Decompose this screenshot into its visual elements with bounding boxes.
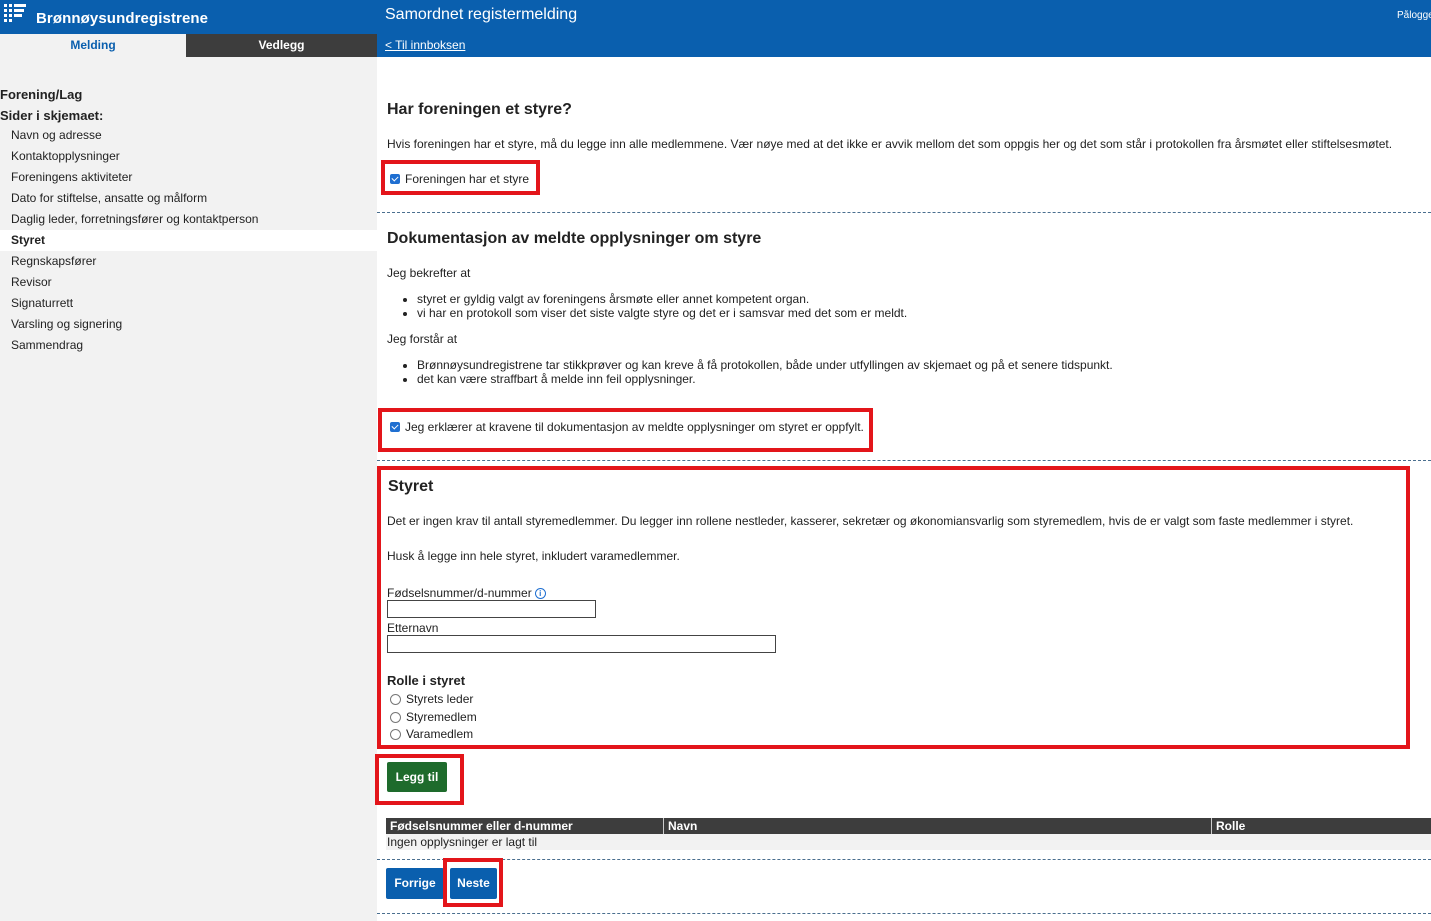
fnr-label: Fødselsnummer/d-nummer	[387, 586, 532, 600]
board-description: Det er ingen krav til antall styremedlem…	[387, 514, 1354, 528]
sidebar-item-navn-og-adresse[interactable]: Navn og adresse	[0, 125, 377, 146]
divider	[377, 212, 1431, 213]
role-label: Styrets leder	[406, 692, 474, 706]
role-label: Styremedlem	[406, 710, 477, 724]
column-header: Navn	[663, 818, 1211, 834]
surname-label: Etternavn	[387, 621, 439, 635]
brreg-logo-icon	[4, 4, 26, 22]
board-question-title: Har foreningen et styre?	[387, 101, 572, 118]
next-button[interactable]: Neste	[450, 868, 497, 899]
app-title: Samordnet registermelding	[385, 6, 578, 23]
sidebar-item-varsling-og-signering[interactable]: Varsling og signering	[0, 314, 377, 335]
role-label: Varamedlem	[406, 727, 474, 741]
brand-name: Brønnøysundregistrene	[36, 9, 209, 27]
list-item: Brønnøysundregistrene tar stikkprøver og…	[417, 358, 1113, 372]
understand-intro: Jeg forstår at	[387, 332, 458, 346]
board-title: Styret	[388, 478, 434, 495]
back-to-inbox-link[interactable]: < Til innboksen	[385, 38, 465, 52]
role-option-member[interactable]: Styremedlem	[390, 710, 477, 724]
sidebar-item-regnskapsforer[interactable]: Regnskapsfører	[0, 251, 377, 272]
radio-styremedlem[interactable]	[390, 711, 401, 723]
brand-logo[interactable]: Brønnøysundregistrene	[4, 4, 209, 27]
table-empty-row: Ingen opplysninger er lagt til	[386, 834, 1431, 850]
confirm-list: styret er gyldig valgt av foreningens år…	[387, 292, 907, 320]
role-option-leader[interactable]: Styrets leder	[390, 692, 473, 706]
declaration-checkbox-row[interactable]: Jeg erklærer at kravene til dokumentasjo…	[390, 420, 864, 434]
form-type: Forening/Lag	[0, 87, 83, 102]
documentation-title: Dokumentasjon av meldte opplysninger om …	[387, 230, 762, 247]
list-item: det kan være straffbart å melde inn feil…	[417, 372, 1113, 386]
sidebar-item-dato-for-stiftelse[interactable]: Dato for stiftelse, ansatte og målform	[0, 188, 377, 209]
sidebar-item-styret[interactable]: Styret	[0, 230, 377, 251]
sidebar-item-kontaktopplysninger[interactable]: Kontaktopplysninger	[0, 146, 377, 167]
top-bar: Brønnøysundregistrene Samordnet register…	[0, 0, 1431, 57]
divider	[377, 460, 1431, 461]
info-icon[interactable]: i	[534, 588, 546, 600]
previous-button[interactable]: Forrige	[386, 868, 444, 899]
role-heading: Rolle i styret	[387, 673, 466, 688]
declaration-checkbox-label: Jeg erklærer at kravene til dokumentasjo…	[405, 420, 864, 434]
board-reminder: Husk å legge inn hele styret, inkludert …	[387, 549, 680, 563]
declaration-checkbox[interactable]	[390, 422, 400, 432]
sidebar-item-foreningens-aktiviteter[interactable]: Foreningens aktiviteter	[0, 167, 377, 188]
surname-input[interactable]	[387, 635, 776, 653]
add-member-button[interactable]: Legg til	[387, 762, 447, 792]
radio-styrets-leader[interactable]	[390, 693, 401, 705]
divider	[377, 859, 1431, 860]
fnr-input[interactable]	[387, 600, 596, 618]
fnr-label-row: Fødselsnummer/d-nummer i	[387, 586, 546, 600]
login-status[interactable]: Pålogget	[1397, 10, 1431, 21]
sidebar-item-sammendrag[interactable]: Sammendrag	[0, 335, 377, 356]
sidebar: Forening/Lag Sider i skjemaet: Navn og a…	[0, 57, 377, 921]
sidebar-item-signaturrett[interactable]: Signaturrett	[0, 293, 377, 314]
list-item: vi har en protokoll som viser det siste …	[417, 306, 907, 320]
board-question-description: Hvis foreningen har et styre, må du legg…	[387, 137, 1393, 151]
pages-heading: Sider i skjemaet:	[0, 108, 104, 123]
radio-varamedlem[interactable]	[390, 728, 401, 740]
members-table-header: Fødselsnummer eller d-nummer Navn Rolle	[386, 818, 1431, 834]
sidebar-item-daglig-leder[interactable]: Daglig leder, forretningsfører og kontak…	[0, 209, 377, 230]
list-item: styret er gyldig valgt av foreningens år…	[417, 292, 907, 306]
has-board-checkbox-label: Foreningen har et styre	[405, 172, 530, 186]
column-header: Rolle	[1211, 818, 1431, 834]
divider	[377, 913, 1431, 914]
sidebar-item-revisor[interactable]: Revisor	[0, 272, 377, 293]
role-option-deputy[interactable]: Varamedlem	[390, 727, 473, 741]
main-content: Har foreningen et styre? Hvis foreningen…	[375, 57, 1431, 921]
sidebar-nav: Navn og adresse Kontaktopplysninger Fore…	[0, 125, 377, 356]
has-board-checkbox[interactable]	[390, 174, 400, 184]
tab-melding[interactable]: Melding	[0, 34, 186, 57]
has-board-checkbox-row[interactable]: Foreningen har et styre	[390, 172, 529, 186]
understand-list: Brønnøysundregistrene tar stikkprøver og…	[387, 358, 1113, 386]
confirm-intro: Jeg bekrefter at	[387, 266, 471, 280]
tab-vedlegg[interactable]: Vedlegg	[186, 34, 377, 57]
column-header: Fødselsnummer eller d-nummer	[390, 819, 573, 833]
